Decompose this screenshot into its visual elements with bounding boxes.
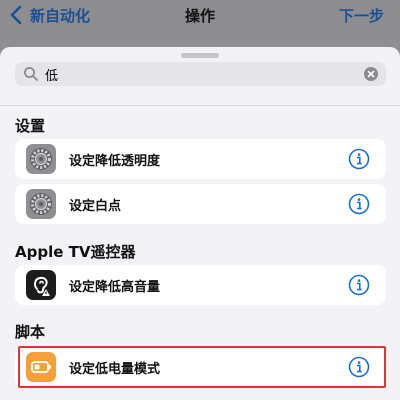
settings-gear-icon [26, 189, 56, 219]
search-divider [0, 105, 400, 106]
action-row-white-point[interactable]: 设定白点 [15, 184, 386, 224]
search-bar[interactable] [15, 62, 386, 86]
action-label: 设定降低高音量 [69, 279, 161, 295]
section-header-settings: 设置 [15, 117, 46, 135]
search-input[interactable] [45, 66, 345, 82]
battery-icon [26, 352, 56, 382]
hearing-ear-icon [26, 270, 56, 300]
action-row-reduce-loud-audio[interactable]: 设定降低高音量 [15, 265, 386, 305]
info-icon[interactable] [348, 148, 370, 170]
navigation-bar: 新自动化 操作 下一步 [0, 0, 400, 38]
search-icon [24, 67, 38, 81]
action-label: 设定白点 [69, 198, 122, 214]
action-row-low-power-mode[interactable]: 设定低电量模式 [15, 347, 386, 387]
action-label: 设定低电量模式 [69, 361, 161, 377]
info-icon[interactable] [348, 193, 370, 215]
action-row-reduce-transparency[interactable]: 设定降低透明度 [15, 139, 386, 179]
info-icon[interactable] [348, 356, 370, 378]
info-icon[interactable] [348, 274, 370, 296]
section-header-scripting: 脚本 [15, 323, 46, 341]
action-label: 设定降低透明度 [69, 153, 161, 169]
action-sheet: 设置 设定降低透明度 设定白点 [0, 47, 400, 400]
settings-gear-icon [26, 144, 56, 174]
next-button[interactable]: 下一步 [339, 5, 384, 26]
clear-search-icon[interactable] [364, 67, 378, 81]
section-header-apple-tv-remote: Apple TV遥控器 [15, 243, 136, 261]
sheet-grabber[interactable] [181, 53, 219, 58]
